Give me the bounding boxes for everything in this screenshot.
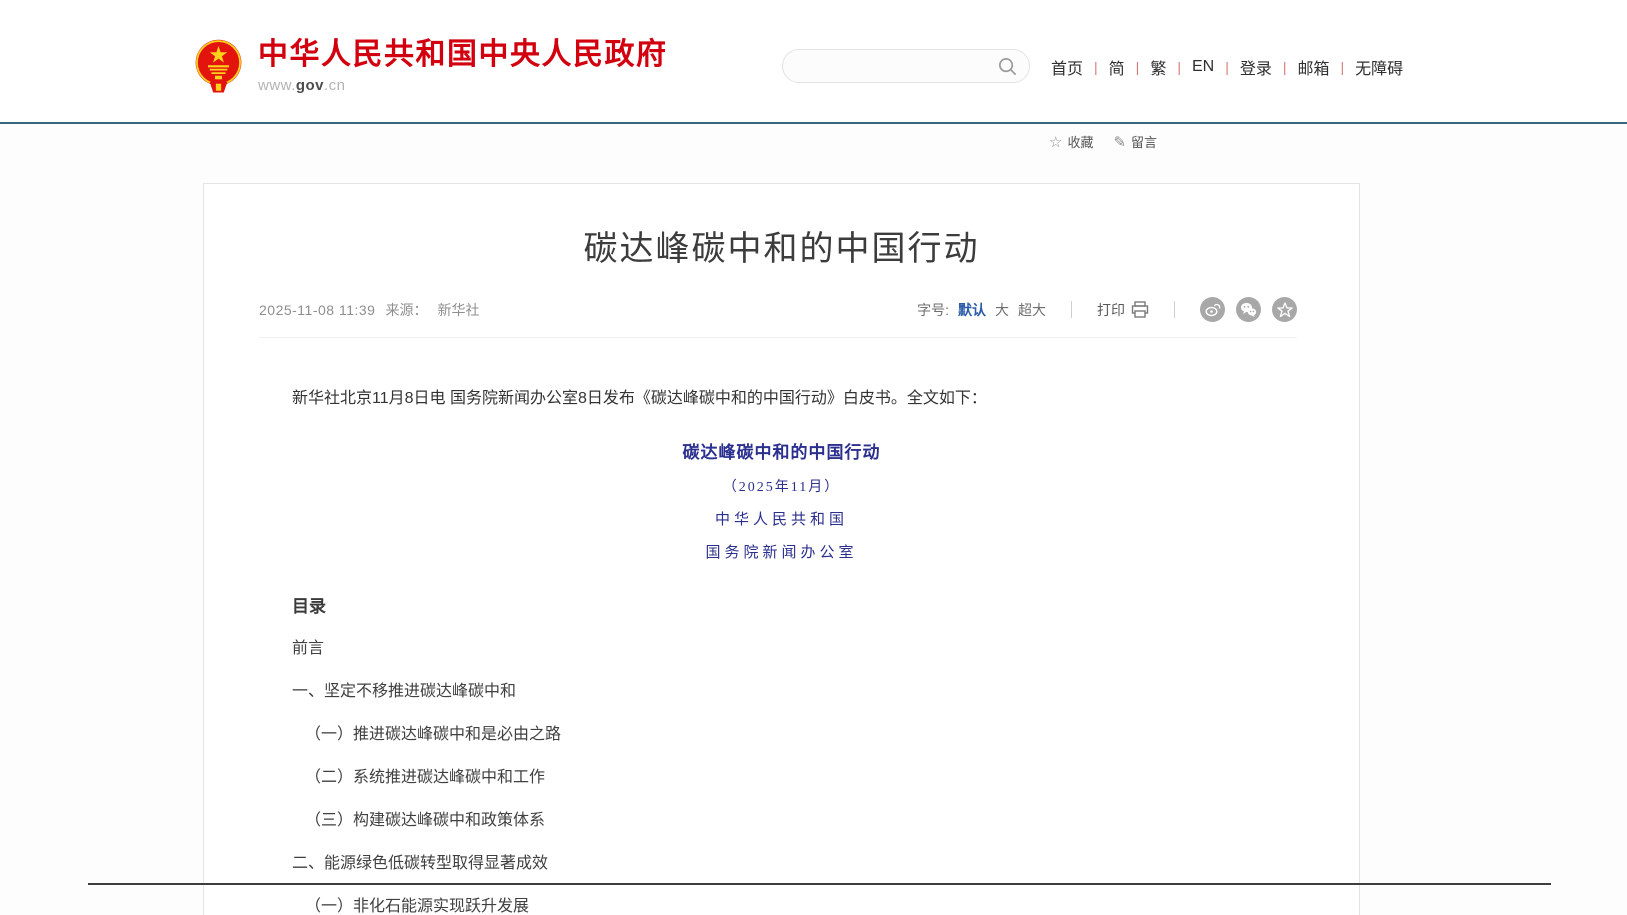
- nav-traditional[interactable]: 繁: [1139, 55, 1177, 79]
- toc-item: 二、能源绿色低碳转型取得显著成效: [292, 853, 1271, 875]
- brand-text: 中华人民共和国中央人民政府 www.gov.cn: [258, 38, 668, 94]
- top-nav: 首页| 简| 繁| EN| 登录| 邮箱| 无障碍: [1040, 55, 1414, 79]
- toc-item: 一、坚定不移推进碳达峰碳中和: [292, 681, 1271, 703]
- search-icon[interactable]: [997, 56, 1018, 77]
- page-actions: ☆ 收藏 ✎ 留言: [1049, 132, 1157, 151]
- document-title: 碳达峰碳中和的中国行动: [292, 438, 1271, 463]
- nav-home[interactable]: 首页: [1040, 55, 1094, 79]
- fontsize-option-default[interactable]: 默认: [958, 300, 986, 320]
- fontsize-option-large[interactable]: 大: [995, 300, 1009, 320]
- favorite-label: 收藏: [1067, 132, 1093, 151]
- nav-login[interactable]: 登录: [1229, 55, 1283, 79]
- wechat-icon: [1240, 301, 1257, 318]
- document-date: （2025年11月）: [292, 476, 1271, 496]
- intro-paragraph: 新华社北京11月8日电 国务院新闻办公室8日发布《碳达峰碳中和的中国行动》白皮书…: [292, 386, 1271, 411]
- site-url: www.gov.cn: [258, 77, 668, 94]
- fontsize-option-xlarge[interactable]: 超大: [1018, 300, 1046, 320]
- weibo-share-button[interactable]: [1200, 297, 1225, 322]
- national-emblem-logo: [192, 38, 245, 96]
- toc-heading: 目录: [292, 592, 1271, 617]
- weibo-icon: [1204, 301, 1221, 318]
- nav-separator: |: [1225, 59, 1229, 75]
- comment-label: 留言: [1131, 132, 1157, 151]
- document-org-line-1: 中华人民共和国: [292, 508, 1271, 529]
- article-body: 新华社北京11月8日电 国务院新闻办公室8日发布《碳达峰碳中和的中国行动》白皮书…: [292, 386, 1271, 915]
- pencil-icon: ✎: [1113, 133, 1126, 151]
- fontsize-label: 字号:: [917, 300, 949, 320]
- toc-item: （一）推进碳达峰碳中和是必由之路: [292, 724, 1271, 746]
- vertical-divider: [1071, 301, 1072, 318]
- search-input[interactable]: [783, 50, 988, 82]
- nav-simplified[interactable]: 简: [1098, 55, 1136, 79]
- site-title: 中华人民共和国中央人民政府: [258, 38, 668, 72]
- nav-separator: |: [1136, 59, 1140, 75]
- toc-item: 前言: [292, 638, 1271, 660]
- wechat-share-button[interactable]: [1236, 297, 1261, 322]
- nav-separator: |: [1094, 59, 1098, 75]
- print-label: 打印: [1097, 300, 1125, 320]
- share-buttons: [1200, 297, 1297, 322]
- toc-item: （二）系统推进碳达峰碳中和工作: [292, 767, 1271, 789]
- viewport-bottom-edge: [88, 883, 1551, 885]
- comment-button[interactable]: ✎ 留言: [1113, 132, 1157, 151]
- source-label: 来源：: [385, 300, 427, 320]
- toc-item: （一）非化石能源实现跃升发展: [292, 896, 1271, 915]
- article-card: 碳达峰碳中和的中国行动 2025-11-08 11:39 来源： 新华社 字号:…: [203, 183, 1360, 915]
- article-meta-left: 2025-11-08 11:39 来源： 新华社: [259, 300, 479, 320]
- url-prefix: www.: [258, 77, 296, 94]
- page: 中华人民共和国中央人民政府 www.gov.cn 首页| 简| 繁| EN| 登…: [0, 0, 1627, 915]
- site-brand[interactable]: 中华人民共和国中央人民政府 www.gov.cn: [192, 38, 668, 96]
- article-title: 碳达峰碳中和的中国行动: [204, 221, 1359, 270]
- qzone-share-button[interactable]: [1272, 297, 1297, 322]
- article-meta-row: 2025-11-08 11:39 来源： 新华社 字号: 默认 大 超大 打印: [259, 297, 1297, 338]
- search-box[interactable]: [782, 49, 1030, 83]
- article-date: 2025-11-08 11:39: [259, 302, 375, 318]
- vertical-divider: [1174, 301, 1175, 318]
- article-meta-right: 字号: 默认 大 超大 打印: [917, 297, 1297, 322]
- nav-separator: |: [1177, 59, 1181, 75]
- nav-mail[interactable]: 邮箱: [1287, 55, 1341, 79]
- url-suffix: .cn: [324, 77, 346, 94]
- qzone-star-icon: [1277, 302, 1293, 318]
- source-value: 新华社: [437, 300, 479, 320]
- nav-separator: |: [1283, 59, 1287, 75]
- document-org-line-2: 国务院新闻办公室: [292, 541, 1271, 562]
- star-outline-icon: ☆: [1049, 133, 1062, 151]
- printer-icon: [1131, 301, 1149, 318]
- favorite-button[interactable]: ☆ 收藏: [1049, 132, 1093, 151]
- print-button[interactable]: 打印: [1097, 300, 1149, 320]
- site-header: 中华人民共和国中央人民政府 www.gov.cn 首页| 简| 繁| EN| 登…: [0, 0, 1627, 122]
- nav-english[interactable]: EN: [1181, 58, 1225, 76]
- nav-accessibility[interactable]: 无障碍: [1344, 55, 1414, 79]
- toc-item: （三）构建碳达峰碳中和政策体系: [292, 810, 1271, 832]
- nav-separator: |: [1341, 59, 1345, 75]
- url-domain: gov: [296, 77, 324, 94]
